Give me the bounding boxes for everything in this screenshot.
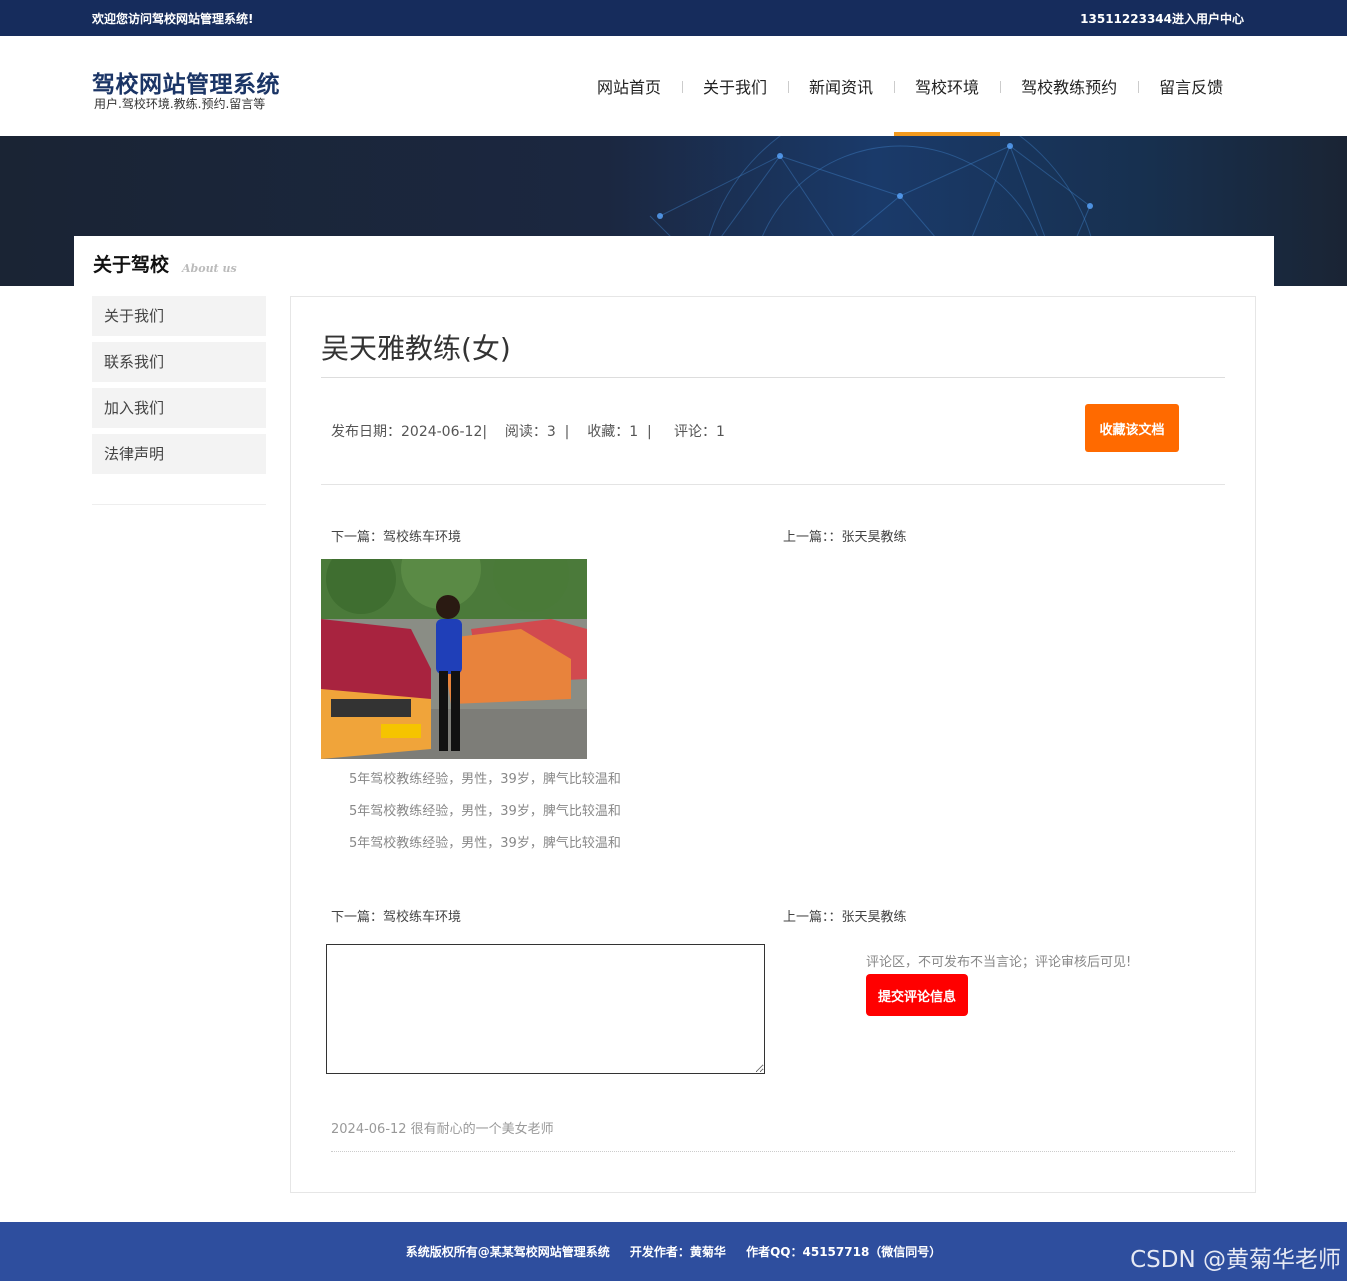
sidebar-item-about[interactable]: 关于我们 (92, 296, 266, 336)
comment-item: 2024-06-12 很有耐心的一个美女老师 (331, 1122, 554, 1137)
top-bar: 欢迎您访问驾校网站管理系统! 13511223344进入用户中心 (0, 0, 1347, 36)
nav-item-feedback[interactable]: 留言反馈 (1138, 36, 1244, 136)
site-title[interactable]: 驾校网站管理系统 (92, 65, 280, 99)
main-nav: 网站首页 关于我们 新闻资讯 驾校环境 驾校教练预约 留言反馈 (576, 36, 1244, 136)
nav-item-environment[interactable]: 驾校环境 (894, 36, 1001, 136)
description-line-1: 5年驾校教练经验，男性，39岁，脾气比较温和 (349, 772, 621, 787)
nav-item-about[interactable]: 关于我们 (682, 36, 788, 136)
next-article-link[interactable]: 下一篇：驾校练车环境 (331, 526, 461, 545)
comment-divider (331, 1151, 1235, 1152)
footer-qq: 作者QQ：45157718（微信同号） (746, 1245, 942, 1259)
submit-comment-button[interactable]: 提交评论信息 (866, 974, 968, 1016)
site-subtitle: 用户.驾校环境.教练.预约.留言等 (94, 97, 266, 111)
section-title: 关于驾校 (93, 254, 170, 276)
article-title: 吴天雅教练(女) (321, 332, 511, 365)
comment-tip: 评论区，不可发布不当言论；评论审核后可见! (866, 955, 1132, 970)
section-subtitle: About us (182, 262, 237, 275)
site-header: 驾校网站管理系统 用户.驾校环境.教练.预约.留言等 网站首页 关于我们 新闻资… (0, 36, 1347, 136)
next-article-link-bottom[interactable]: 下一篇：驾校练车环境 (331, 906, 461, 925)
prev-article-link[interactable]: 上一篇：：张天昊教练 (783, 526, 907, 545)
footer-copyright: 系统版权所有@某某驾校网站管理系统 (405, 1245, 610, 1259)
description-line-2: 5年驾校教练经验，男性，39岁，脾气比较温和 (349, 804, 621, 819)
nav-item-coach-booking[interactable]: 驾校教练预约 (1000, 36, 1138, 136)
welcome-text: 欢迎您访问驾校网站管理系统! (92, 12, 254, 26)
favorite-button[interactable]: 收藏该文档 (1085, 404, 1179, 452)
title-divider (321, 377, 1225, 378)
prev-article-link-bottom[interactable]: 上一篇：：张天昊教练 (783, 906, 907, 925)
article-meta-text: 发布日期：2024-06-12| 阅读：3 | 收藏：1 | 评论：1 (331, 424, 725, 440)
sidebar-item-legal[interactable]: 法律声明 (92, 434, 266, 474)
watermark: CSDN @黄菊华老师 (1130, 1247, 1341, 1273)
description-line-3: 5年驾校教练经验，男性，39岁，脾气比较温和 (349, 836, 621, 851)
article-meta: 发布日期：2024-06-12| 阅读：3 | 收藏：1 | 评论：1 (331, 421, 725, 441)
user-center-link[interactable]: 13511223344进入用户中心 (1080, 10, 1244, 27)
coach-photo (321, 559, 587, 759)
nav-item-home[interactable]: 网站首页 (576, 36, 682, 136)
sidebar-divider (92, 504, 266, 505)
sidebar: 关于我们 联系我们 加入我们 法律声明 (92, 296, 266, 480)
article-panel: 吴天雅教练(女) 发布日期：2024-06-12| 阅读：3 | 收藏：1 | … (290, 296, 1256, 1193)
sidebar-item-contact[interactable]: 联系我们 (92, 342, 266, 382)
footer-developer: 开发作者：黄菊华 (629, 1245, 726, 1259)
nav-item-news[interactable]: 新闻资讯 (788, 36, 894, 136)
section-heading: 关于驾校 About us (74, 236, 1274, 286)
sidebar-item-join[interactable]: 加入我们 (92, 388, 266, 428)
meta-divider (321, 484, 1225, 485)
comment-input[interactable] (326, 944, 765, 1074)
